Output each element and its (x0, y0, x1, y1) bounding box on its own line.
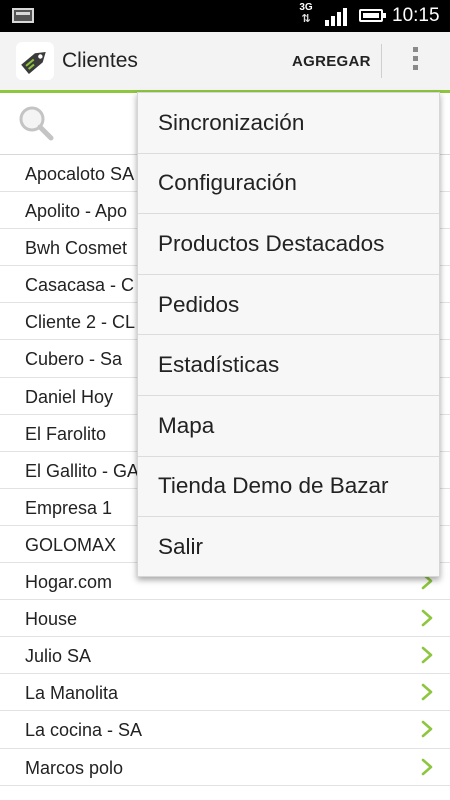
chevron-right-icon (421, 721, 433, 738)
client-name: Bwh Cosmet (25, 238, 128, 259)
client-name: Cliente 2 - CL (25, 312, 136, 333)
menu-item-productos-destacados[interactable]: Productos Destacados (138, 214, 439, 275)
page-title: Clientes (62, 49, 138, 72)
client-name: El Farolito (25, 423, 107, 444)
client-name: GOLOMAX (25, 534, 117, 555)
action-bar: Clientes AGREGAR (0, 32, 450, 93)
add-button[interactable]: AGREGAR (292, 53, 371, 70)
price-tag-icon (21, 52, 46, 74)
notification-icon (12, 8, 34, 23)
menu-item-pedidos[interactable]: Pedidos (138, 275, 439, 336)
client-list-item[interactable]: La Manolita (0, 674, 450, 712)
network-indicator: 3G ⇅ (296, 3, 316, 29)
chevron-right-icon (421, 758, 433, 775)
client-name: House (25, 609, 78, 630)
client-list-item[interactable]: La cocina - SA (0, 711, 450, 749)
menu-item-mapa[interactable]: Mapa (138, 396, 439, 457)
client-name: Cubero - Sa (25, 349, 123, 370)
data-arrows-icon: ⇅ (301, 13, 311, 25)
client-list-item[interactable]: Julio SA (0, 637, 450, 675)
client-list-item[interactable]: House (0, 600, 450, 638)
client-name: Apolito - Apo (25, 201, 128, 222)
battery-icon (359, 9, 386, 22)
chevron-right-icon (421, 646, 433, 664)
client-name: El Gallito - GA (25, 460, 140, 481)
client-name: Daniel Hoy (25, 386, 114, 407)
client-name: Marcos polo (25, 757, 124, 778)
chevron-right-icon (421, 684, 433, 701)
client-name: Apocaloto SA (25, 164, 135, 184)
menu-item-configuracion[interactable]: Configuración (138, 154, 439, 215)
app-logo-icon[interactable] (16, 42, 54, 80)
action-bar-divider (381, 44, 382, 78)
client-name: Casacasa - C (25, 275, 135, 296)
status-bar: 3G ⇅ 10:15 (0, 0, 450, 32)
menu-item-tienda-demo-de-bazar[interactable]: Tienda Demo de Bazar (138, 457, 439, 518)
client-name: Hogar.com (25, 572, 113, 593)
client-name: La cocina - SA (25, 720, 143, 741)
client-name: Julio SA (25, 646, 92, 667)
network-type-label: 3G (299, 2, 313, 13)
signal-icon (325, 8, 347, 26)
menu-item-salir[interactable]: Salir (138, 517, 439, 578)
chevron-right-icon (421, 609, 433, 627)
menu-item-estadisticas[interactable]: Estadísticas (138, 335, 439, 396)
search-icon[interactable] (16, 103, 56, 143)
client-name: Empresa 1 (25, 497, 113, 518)
status-clock: 10:15 (392, 5, 440, 26)
menu-item-sincronizacion[interactable]: Sincronización (138, 93, 439, 154)
client-list-item[interactable]: Marcos polo (0, 749, 450, 786)
overflow-menu-icon[interactable] (405, 44, 425, 78)
client-name: La Manolita (25, 683, 119, 704)
overflow-menu: Sincronización Configuración Productos Des… (137, 92, 440, 577)
